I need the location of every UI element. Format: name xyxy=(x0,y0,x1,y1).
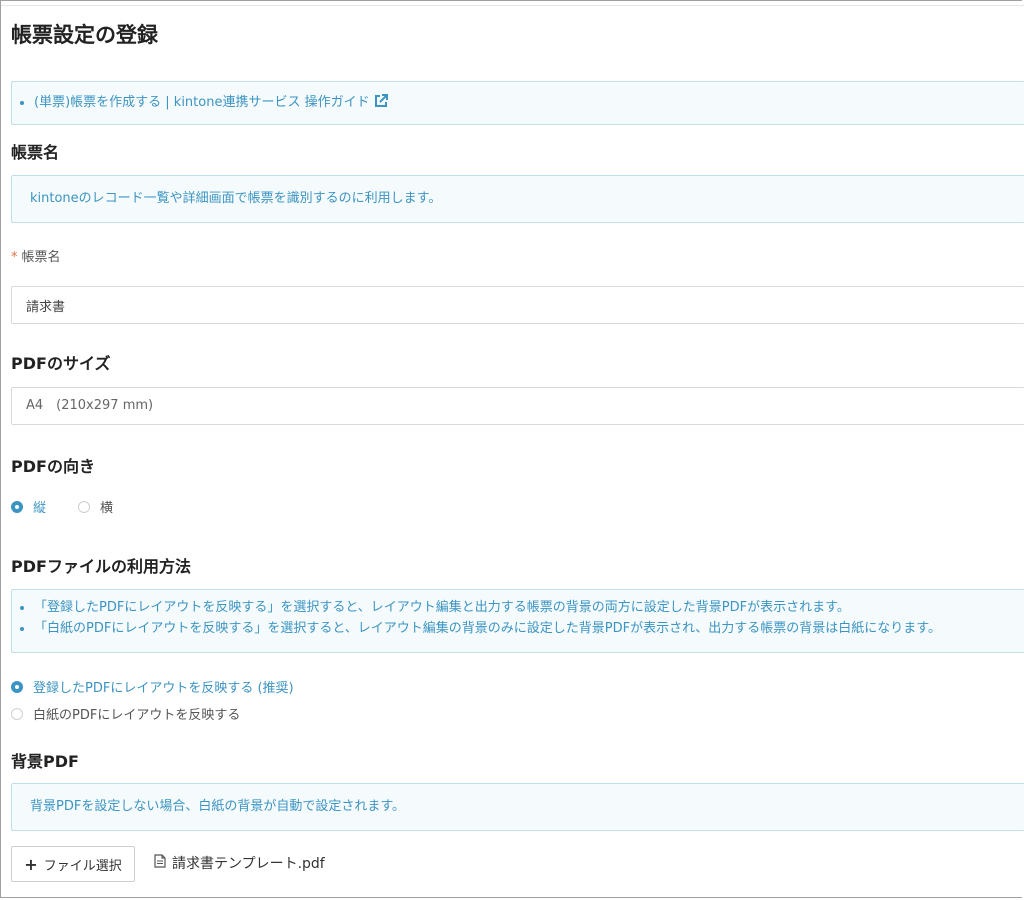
report-name-input[interactable] xyxy=(11,286,1024,324)
file-select-button-label: ファイル選択 xyxy=(43,858,122,874)
external-link-icon xyxy=(374,94,388,116)
radio-landscape-indicator[interactable] xyxy=(78,500,90,513)
pdf-size-selected-value: A4 (210x297 mm) xyxy=(26,398,154,413)
radio-use-blank-pdf-indicator[interactable] xyxy=(11,707,23,720)
radio-landscape-label: 横 xyxy=(100,501,114,516)
guide-link[interactable]: (単票)帳票を作成する | kintone連携サービス 操作ガイド xyxy=(34,94,388,110)
radio-use-registered-pdf-label: 登録したPDFにレイアウトを反映する (推奨) xyxy=(33,681,294,696)
background-pdf-section-title: 背景PDF xyxy=(11,752,79,771)
report-name-info-text: kintoneのレコード一覧や詳細画面で帳票を識別するのに利用します。 xyxy=(30,191,442,206)
pdf-usage-section-title: PDFファイルの利用方法 xyxy=(11,557,191,576)
guide-list-item: (単票)帳票を作成する | kintone連携サービス 操作ガイド xyxy=(34,92,1024,116)
report-name-label-text: 帳票名 xyxy=(21,250,61,265)
pdf-size-select[interactable]: A4 (210x297 mm) xyxy=(11,387,1024,425)
file-select-button[interactable]: + ファイル選択 xyxy=(11,846,135,882)
page-title: 帳票設定の登録 xyxy=(11,23,158,47)
radio-landscape[interactable]: 横 xyxy=(78,497,113,516)
selected-file: 請求書テンプレート.pdf xyxy=(154,853,325,873)
radio-use-blank-pdf[interactable]: 白紙のPDFにレイアウトを反映する xyxy=(11,704,240,723)
radio-use-registered-pdf[interactable]: 登録したPDFにレイアウトを反映する (推奨) xyxy=(11,677,294,696)
report-name-field-label: * 帳票名 xyxy=(11,246,61,265)
top-border xyxy=(1,1,1024,6)
plus-icon: + xyxy=(24,854,38,874)
radio-portrait-label: 縦 xyxy=(33,501,47,516)
pdf-usage-notes: 「登録したPDFにレイアウトを反映する」を選択すると、レイアウト編集と出力する帳… xyxy=(12,597,1024,639)
radio-portrait[interactable]: 縦 xyxy=(11,497,46,516)
selected-file-name: 請求書テンプレート.pdf xyxy=(172,856,325,872)
page-frame: 帳票設定の登録 (単票)帳票を作成する | kintone連携サービス 操作ガイ… xyxy=(0,0,1024,898)
pdf-orientation-section-title: PDFの向き xyxy=(11,457,95,476)
report-name-info-box: kintoneのレコード一覧や詳細画面で帳票を識別するのに利用します。 xyxy=(11,175,1024,223)
radio-use-blank-pdf-label: 白紙のPDFにレイアウトを反映する xyxy=(33,708,241,723)
background-pdf-info-box: 背景PDFを設定しない場合、白紙の背景が自動で設定されます。 xyxy=(11,783,1024,831)
pdf-usage-note: 「白紙のPDFにレイアウトを反映する」を選択すると、レイアウト編集の背景のみに設… xyxy=(34,618,1024,639)
radio-use-registered-pdf-indicator[interactable] xyxy=(11,680,23,693)
pdf-usage-note: 「登録したPDFにレイアウトを反映する」を選択すると、レイアウト編集と出力する帳… xyxy=(34,597,1024,618)
guide-info-box: (単票)帳票を作成する | kintone連携サービス 操作ガイド xyxy=(11,81,1024,125)
guide-link-text: (単票)帳票を作成する | kintone連携サービス 操作ガイド xyxy=(34,95,370,110)
radio-portrait-indicator[interactable] xyxy=(11,500,23,513)
pdf-usage-info-box: 「登録したPDFにレイアウトを反映する」を選択すると、レイアウト編集と出力する帳… xyxy=(11,589,1024,653)
report-name-section-title: 帳票名 xyxy=(11,143,60,162)
document-icon xyxy=(154,854,166,872)
background-pdf-info-text: 背景PDFを設定しない場合、白紙の背景が自動で設定されます。 xyxy=(30,799,406,814)
required-mark: * xyxy=(11,250,18,265)
pdf-size-section-title: PDFのサイズ xyxy=(11,354,111,373)
guide-list: (単票)帳票を作成する | kintone連携サービス 操作ガイド xyxy=(12,92,1024,116)
